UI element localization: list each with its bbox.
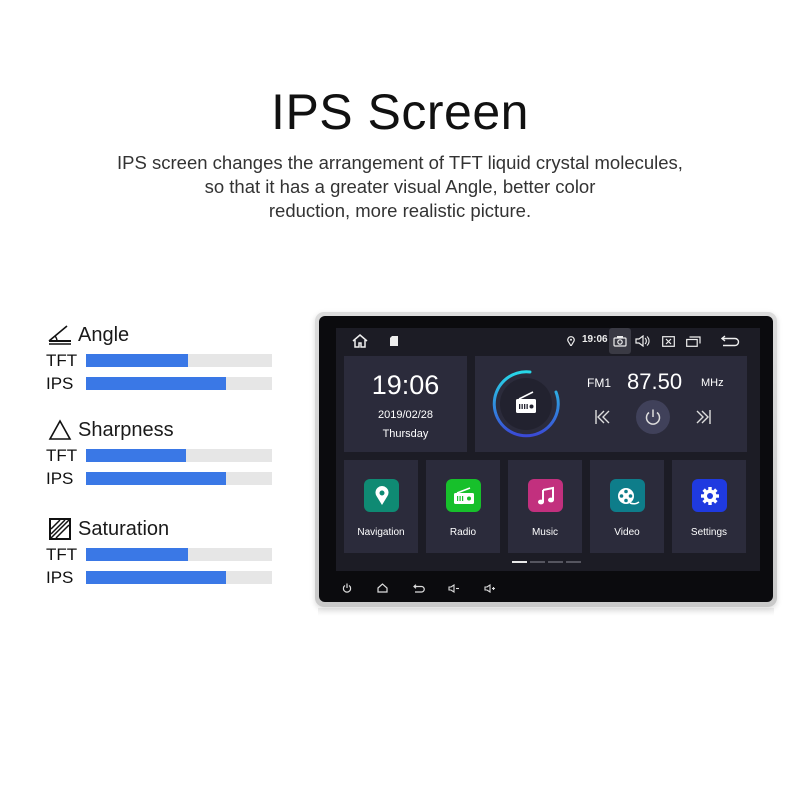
app-navigation[interactable]: Navigation bbox=[344, 460, 418, 553]
bar-row-tft: TFT bbox=[46, 349, 276, 372]
volume-icon[interactable] bbox=[635, 332, 651, 350]
next-station-icon[interactable] bbox=[692, 402, 714, 432]
radio-unit: MHz bbox=[701, 377, 724, 389]
hatched-square-icon bbox=[46, 517, 74, 541]
app-video[interactable]: Video bbox=[590, 460, 664, 553]
page-dot[interactable] bbox=[512, 561, 527, 563]
radio-dial[interactable] bbox=[490, 368, 562, 440]
page-dot[interactable] bbox=[566, 561, 581, 563]
previous-station-icon[interactable] bbox=[592, 402, 614, 432]
sd-card-icon bbox=[389, 332, 399, 350]
clock-time: 19:06 bbox=[371, 370, 440, 400]
volume-up-icon[interactable] bbox=[482, 578, 498, 598]
description-line: so that it has a greater visual Angle, b… bbox=[204, 176, 596, 197]
bar-fill bbox=[86, 377, 226, 390]
bar-label: TFT bbox=[46, 544, 78, 564]
recent-apps-icon[interactable] bbox=[685, 332, 701, 350]
bar-row-ips: IPS bbox=[46, 566, 276, 589]
bar-label: TFT bbox=[46, 350, 78, 370]
metric-angle: Angle TFT IPS bbox=[46, 321, 276, 395]
radio-widget: FM1 87.50 MHz bbox=[475, 356, 747, 452]
bar-row-ips: IPS bbox=[46, 372, 276, 395]
angle-icon bbox=[46, 323, 74, 347]
radio-band: FM1 bbox=[587, 376, 611, 390]
status-bar: 19:06 bbox=[336, 328, 760, 354]
bar-fill bbox=[86, 354, 189, 367]
bar-track bbox=[86, 449, 272, 462]
map-pin-icon bbox=[364, 479, 399, 512]
status-time: 19:06 bbox=[582, 334, 608, 345]
bar-row-tft: TFT bbox=[46, 444, 276, 467]
bar-fill bbox=[86, 449, 187, 462]
radio-frequency: 87.50 bbox=[627, 369, 683, 394]
page-dot[interactable] bbox=[530, 561, 545, 563]
bar-track bbox=[86, 571, 272, 584]
clock-widget[interactable]: 19:06 2019/02/28 Thursday bbox=[344, 356, 467, 452]
metric-saturation: Saturation TFT IPS bbox=[46, 515, 276, 589]
app-music[interactable]: Music bbox=[508, 460, 582, 553]
app-label: Navigation bbox=[357, 527, 405, 538]
bar-track bbox=[86, 354, 272, 367]
clock-date: 2019/02/28 bbox=[377, 409, 434, 421]
clock-day: Thursday bbox=[382, 428, 429, 440]
app-label: Video bbox=[614, 527, 640, 538]
volume-down-icon[interactable] bbox=[446, 578, 462, 598]
bar-row-ips: IPS bbox=[46, 467, 276, 490]
device-reflection bbox=[318, 608, 774, 616]
bar-track bbox=[86, 548, 272, 561]
metric-sharpness: Sharpness TFT IPS bbox=[46, 416, 276, 490]
device-screen: 19:06 19:06 2019/02/28 Thursday FM1 87.5… bbox=[336, 328, 760, 571]
app-grid: Navigation Radio Music Video Settings bbox=[344, 460, 747, 553]
camera-icon[interactable] bbox=[609, 328, 631, 354]
bar-label: IPS bbox=[46, 373, 74, 393]
gear-icon bbox=[692, 479, 727, 512]
page-dot[interactable] bbox=[548, 561, 563, 563]
app-label: Music bbox=[531, 527, 559, 538]
description-line: IPS screen changes the arrangement of TF… bbox=[117, 152, 683, 173]
bar-fill bbox=[86, 472, 226, 485]
film-reel-icon bbox=[610, 479, 645, 512]
close-box-icon[interactable] bbox=[661, 332, 675, 350]
home-icon[interactable] bbox=[350, 332, 370, 350]
metric-label: Sharpness bbox=[78, 418, 174, 441]
metric-label: Saturation bbox=[78, 517, 170, 540]
bar-fill bbox=[86, 571, 226, 584]
app-radio[interactable]: Radio bbox=[426, 460, 500, 553]
bar-label: IPS bbox=[46, 468, 74, 488]
head-unit-device: 19:06 19:06 2019/02/28 Thursday FM1 87.5… bbox=[315, 312, 777, 607]
power-icon[interactable] bbox=[339, 578, 355, 598]
app-settings[interactable]: Settings bbox=[672, 460, 746, 553]
power-icon bbox=[645, 409, 661, 425]
bar-label: TFT bbox=[46, 445, 78, 465]
page-indicator bbox=[512, 561, 581, 563]
page-title: IPS Screen bbox=[271, 84, 529, 140]
bar-fill bbox=[86, 548, 189, 561]
description-line: reduction, more realistic picture. bbox=[268, 200, 532, 221]
radio-icon bbox=[446, 479, 481, 512]
triangle-icon bbox=[46, 418, 74, 442]
bar-track bbox=[86, 377, 272, 390]
page-description: IPS screen changes the arrangement of TF… bbox=[60, 151, 740, 223]
app-label: Settings bbox=[690, 527, 728, 538]
app-label: Radio bbox=[449, 527, 477, 538]
metric-label: Angle bbox=[78, 323, 130, 346]
home-icon[interactable] bbox=[374, 578, 390, 598]
music-note-icon bbox=[528, 479, 563, 512]
back-icon[interactable] bbox=[720, 332, 740, 350]
bar-track bbox=[86, 472, 272, 485]
radio-power-button[interactable] bbox=[636, 400, 670, 434]
back-icon[interactable] bbox=[411, 578, 427, 598]
bar-row-tft: TFT bbox=[46, 543, 276, 566]
location-icon bbox=[566, 332, 576, 350]
bar-label: IPS bbox=[46, 567, 74, 587]
device-bezel: 19:06 19:06 2019/02/28 Thursday FM1 87.5… bbox=[319, 316, 773, 602]
